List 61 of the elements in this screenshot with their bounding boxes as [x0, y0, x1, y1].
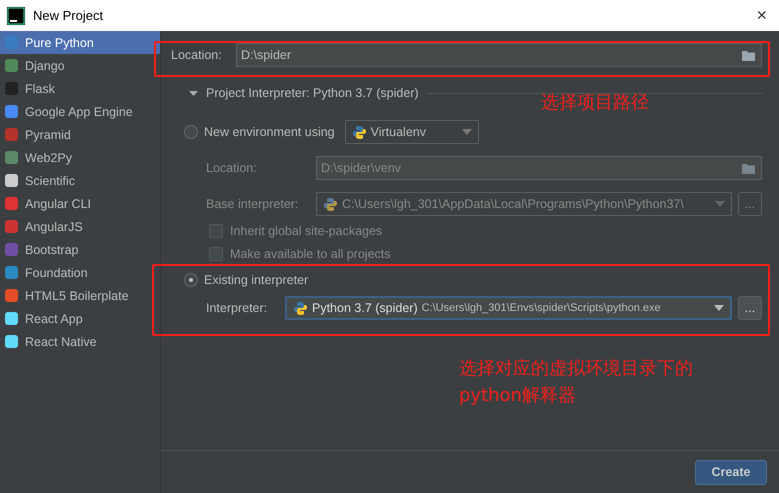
checkbox-label: Inherit global site-packages	[230, 224, 382, 238]
checkbox[interactable]	[209, 247, 223, 261]
interpreter-dropdown[interactable]: Python 3.7 (spider) C:\Users\lgh_301\Envs\spider\Scripts\python.exe	[285, 296, 732, 320]
location-label: Location:	[171, 48, 223, 62]
create-button[interactable]: Create	[695, 460, 767, 484]
project-type-item[interactable]: Scientific	[0, 169, 160, 192]
project-type-icon	[4, 265, 19, 280]
project-type-icon	[4, 288, 19, 303]
checkbox[interactable]	[209, 224, 223, 238]
caret-icon	[715, 201, 725, 207]
section-title: Project Interpreter: Python 3.7 (spider)	[206, 86, 419, 100]
venv-location-label: Location:	[206, 161, 258, 175]
radio-button[interactable]	[184, 125, 198, 139]
project-type-item[interactable]: AngularJS	[0, 215, 160, 238]
project-type-icon	[4, 127, 19, 142]
project-type-item[interactable]: Pyramid	[0, 123, 160, 146]
project-type-item[interactable]: Flask	[0, 77, 160, 100]
project-type-icon	[4, 196, 19, 211]
project-type-icon	[4, 104, 19, 119]
caret-icon	[714, 305, 724, 311]
project-type-item[interactable]: React App	[0, 307, 160, 330]
python-icon	[323, 196, 338, 212]
project-type-item[interactable]: Django	[0, 54, 160, 77]
project-type-icon	[4, 334, 19, 349]
project-type-icon	[4, 219, 19, 234]
project-type-icon	[4, 58, 19, 73]
project-type-icon	[4, 242, 19, 257]
python-icon	[293, 300, 308, 316]
base-interpreter-dropdown[interactable]: C:\Users\lgh_301\AppData\Local\Programs\Python\Python37\	[316, 192, 732, 216]
project-type-icon	[4, 81, 19, 96]
project-type-item[interactable]: HTML5 Boilerplate	[0, 284, 160, 307]
environment-dropdown[interactable]: Virtualenv	[344, 120, 479, 144]
project-type-item[interactable]: Bootstrap	[0, 238, 160, 261]
project-type-item[interactable]: Angular CLI	[0, 192, 160, 215]
radio-label: New environment using	[204, 125, 335, 139]
project-type-icon	[4, 311, 19, 326]
radio-button[interactable]	[184, 273, 198, 287]
project-type-item[interactable]: Pure Python	[0, 31, 160, 54]
project-type-item[interactable]: Foundation	[0, 261, 160, 284]
checkbox-label: Make available to all projects	[230, 247, 390, 261]
browse-button[interactable]: ...	[738, 296, 762, 320]
folder-icon[interactable]	[741, 162, 757, 174]
browse-button[interactable]: ...	[738, 192, 762, 216]
annotation-text: 选择对应的虚拟环境目录下的python解释器	[459, 357, 694, 408]
window-title: New Project	[33, 8, 104, 23]
folder-icon[interactable]	[741, 48, 757, 62]
app-logo-icon	[7, 6, 25, 24]
python-icon	[352, 124, 367, 140]
location-field[interactable]: D:\spider	[236, 43, 762, 67]
project-type-icon	[4, 173, 19, 188]
project-type-item[interactable]: Google App Engine	[0, 100, 160, 123]
interpreter-label: Interpreter:	[206, 301, 268, 315]
radio-label: Existing interpreter	[204, 273, 308, 287]
collapse-triangle-icon[interactable]	[189, 88, 198, 98]
project-type-item[interactable]: Web2Py	[0, 146, 160, 169]
caret-icon	[462, 129, 472, 135]
annotation-text: 选择项目路径	[541, 91, 649, 115]
close-button[interactable]: ×	[756, 5, 767, 26]
project-type-icon	[4, 150, 19, 165]
base-interpreter-label: Base interpreter:	[206, 197, 300, 211]
project-type-item[interactable]: React Native	[0, 330, 160, 353]
